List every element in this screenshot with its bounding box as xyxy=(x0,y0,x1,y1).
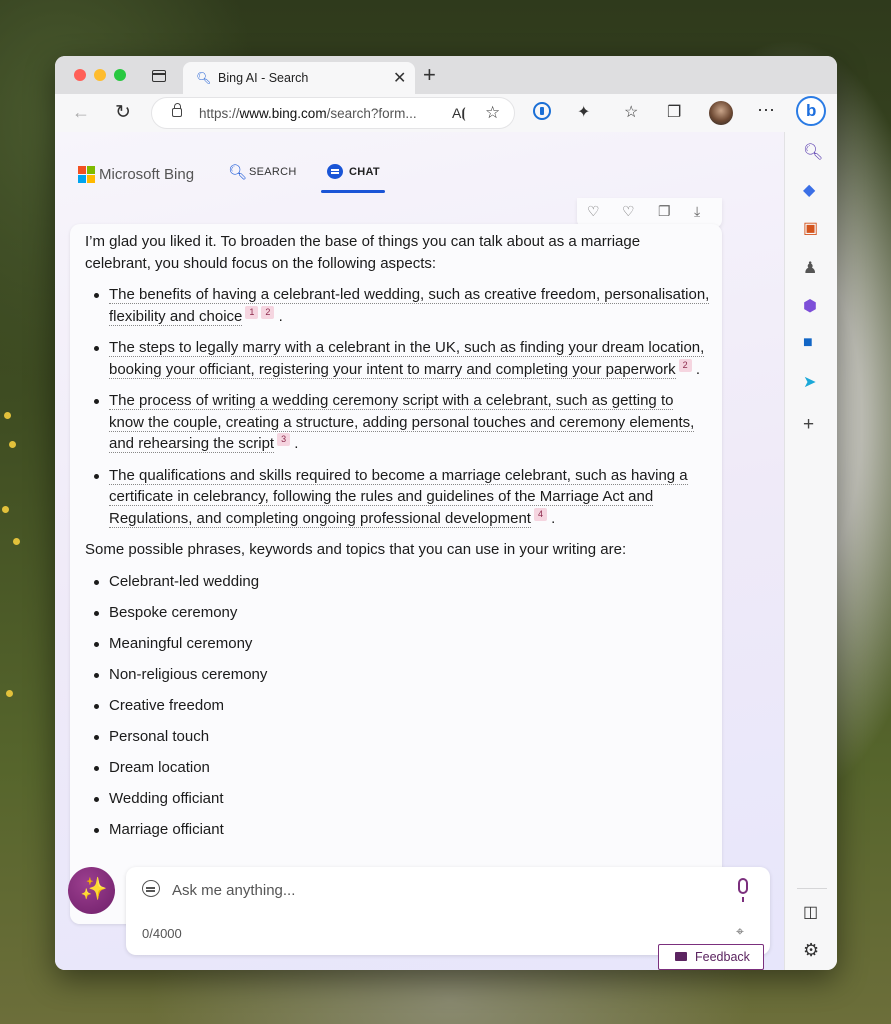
chat-input-box: 0/4000 ⌖ xyxy=(126,867,770,955)
url-text[interactable]: https://www.bing.com/search?form... xyxy=(199,106,417,121)
shopping-tag-icon[interactable]: ◆ xyxy=(803,180,815,200)
search-icon: 🔍︎ xyxy=(196,71,212,85)
outlook-icon[interactable]: ■ xyxy=(803,334,813,352)
background-flower xyxy=(2,506,9,513)
new-topic-button[interactable]: ✨ xyxy=(68,867,115,914)
background-flower xyxy=(6,690,13,697)
tools-icon[interactable]: ▣ xyxy=(803,218,818,238)
copy-icon[interactable]: ❐ xyxy=(658,203,671,220)
aspects-list: The benefits of having a celebrant-led w… xyxy=(85,284,710,529)
back-icon[interactable]: ← xyxy=(72,102,90,123)
list-item: Wedding officiant xyxy=(85,788,710,819)
export-icon[interactable]: ⤓ xyxy=(694,203,700,220)
search-icon[interactable]: 🔍︎ xyxy=(803,142,823,162)
keywords-list: Celebrant-led wedding Bespoke ceremony M… xyxy=(85,571,710,850)
citation-badge[interactable]: 2 xyxy=(678,358,692,372)
tab-chat-label: CHAT xyxy=(349,166,380,178)
add-favorite-icon[interactable]: ☆ xyxy=(485,103,500,123)
chat-prompt-icon xyxy=(142,880,160,897)
tab-bar: 🔍︎ Bing AI - Search ✕ + xyxy=(55,56,837,94)
address-bar[interactable]: https://www.bing.com/search?form... A⦗ ☆ xyxy=(151,97,515,129)
close-tab-icon[interactable]: ✕ xyxy=(393,68,406,88)
browser-toolbar: ← ↻ https://www.bing.com/search?form... … xyxy=(55,94,837,132)
read-aloud-icon[interactable]: A⦗ xyxy=(452,105,466,122)
bing-chat-page: Microsoft Bing 🔍︎ SEARCH CHAT ♡ ♡ ❐ ⤓ I’… xyxy=(55,132,784,970)
background-flower xyxy=(4,412,11,419)
list-item: Dream location xyxy=(85,757,710,788)
broom-icon: ✨ xyxy=(80,876,108,901)
background-flower xyxy=(9,441,16,448)
like-icon[interactable]: ♡ xyxy=(587,203,600,220)
microphone-icon[interactable] xyxy=(738,878,748,902)
list-item: Personal touch xyxy=(85,726,710,757)
more-options-icon[interactable]: ⋯ xyxy=(757,100,775,121)
extensions-icon[interactable]: ✦ xyxy=(577,102,590,122)
add-icon[interactable]: + xyxy=(803,414,814,436)
list-item: Non-religious ceremony xyxy=(85,664,710,695)
browser-tab[interactable]: 🔍︎ Bing AI - Search ✕ xyxy=(183,62,415,94)
chat-icon xyxy=(327,164,343,179)
list-item: The qualifications and skills required t… xyxy=(85,465,710,530)
edge-sidebar: 🔍︎ ◆ ▣ ♟ ⬢ ■ ➤ + ◫ ⚙ xyxy=(784,132,837,970)
sidebar-divider xyxy=(797,888,827,889)
tab-title: Bing AI - Search xyxy=(218,71,309,85)
search-icon: 🔍︎ xyxy=(228,164,248,181)
list-item: Bespoke ceremony xyxy=(85,602,710,633)
games-icon[interactable]: ♟ xyxy=(803,258,817,278)
favorites-icon[interactable]: ☆ xyxy=(624,102,638,122)
list-item: The process of writing a wedding ceremon… xyxy=(85,390,710,455)
profile-avatar[interactable] xyxy=(709,101,733,125)
refresh-icon[interactable]: ↻ xyxy=(115,101,131,124)
list-item: The benefits of having a celebrant-led w… xyxy=(85,284,710,327)
lock-icon[interactable] xyxy=(172,103,182,117)
pin-icon[interactable]: ⌖ xyxy=(736,923,744,940)
brand-name: Microsoft Bing xyxy=(99,166,195,183)
drop-icon[interactable]: ➤ xyxy=(803,372,816,392)
bot-message: I’m glad you liked it. To broaden the ba… xyxy=(70,224,722,924)
active-tab-indicator xyxy=(321,190,385,193)
tab-search-label: SEARCH xyxy=(249,166,297,178)
tab-actions-icon[interactable] xyxy=(152,70,166,82)
office-icon[interactable]: ⬢ xyxy=(803,296,817,316)
bing-icon: b xyxy=(806,101,817,120)
minimize-window-button[interactable] xyxy=(94,69,106,81)
list-item: Marriage officiant xyxy=(85,819,710,850)
keywords-intro: Some possible phrases, keywords and topi… xyxy=(85,541,627,558)
feedback-label: Feedback xyxy=(695,950,750,964)
citation-badge[interactable]: 2 xyxy=(261,305,275,319)
bing-chat-button[interactable]: b xyxy=(796,96,826,126)
feedback-icon xyxy=(675,952,687,961)
settings-icon[interactable]: ⚙ xyxy=(803,940,819,961)
new-tab-button[interactable]: + xyxy=(423,64,436,86)
background-flower xyxy=(13,538,20,545)
list-item: The steps to legally marry with a celebr… xyxy=(85,337,710,380)
sidebar-toggle-icon[interactable]: ◫ xyxy=(803,902,818,922)
password-manager-icon[interactable] xyxy=(533,102,551,120)
list-item: Celebrant-led wedding xyxy=(85,571,710,602)
microsoft-logo-icon xyxy=(78,166,95,183)
zoom-window-button[interactable] xyxy=(114,69,126,81)
citation-badge[interactable]: 3 xyxy=(277,433,291,446)
list-item: Meaningful ceremony xyxy=(85,633,710,664)
message-intro: I’m glad you liked it. To broaden the ba… xyxy=(85,233,641,272)
close-window-button[interactable] xyxy=(74,69,86,81)
chat-input[interactable] xyxy=(172,877,712,903)
citation-badge[interactable]: 1 xyxy=(245,305,259,319)
citation-badge[interactable]: 4 xyxy=(533,507,547,521)
list-item: Creative freedom xyxy=(85,695,710,726)
feedback-button[interactable]: Feedback xyxy=(658,944,764,970)
browser-window: 🔍︎ Bing AI - Search ✕ + ← ↻ https://www.… xyxy=(55,56,837,970)
collections-icon[interactable]: ❐ xyxy=(667,102,681,122)
character-counter: 0/4000 xyxy=(142,926,182,941)
dislike-icon[interactable]: ♡ xyxy=(622,203,635,220)
